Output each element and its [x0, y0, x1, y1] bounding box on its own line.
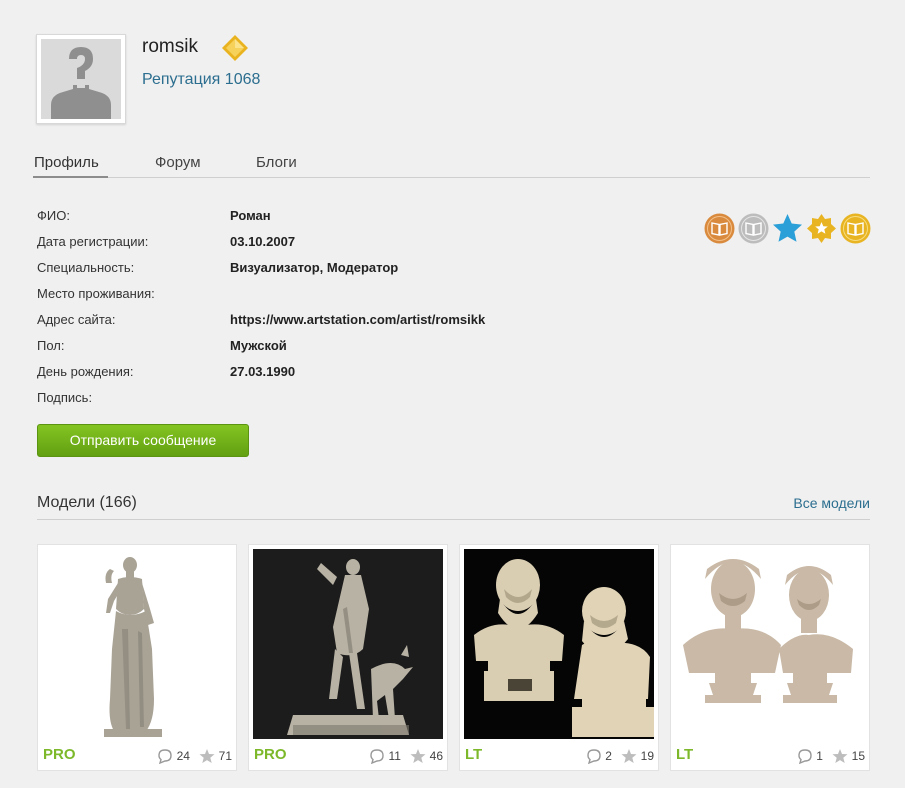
model-tier-label: LT	[676, 746, 694, 763]
model-stats: 24 71	[157, 746, 232, 765]
comment-icon	[158, 749, 172, 765]
comments-count: 2	[605, 748, 612, 763]
tab-blogs[interactable]: Блоги	[256, 154, 297, 171]
model-tier-label: PRO	[254, 746, 287, 763]
section-divider	[37, 519, 870, 520]
model-stats: 11 46	[369, 746, 443, 765]
info-value: 27.03.1990	[230, 364, 296, 379]
book-badge-icon[interactable]	[738, 213, 769, 244]
model-stats: 2 19	[586, 746, 654, 765]
stars-count: 46	[429, 748, 443, 763]
avatar[interactable]	[36, 34, 126, 124]
default-avatar-icon	[41, 39, 121, 119]
stars-count: 15	[851, 748, 865, 763]
model-card[interactable]: PRO 11 46	[248, 544, 448, 771]
info-value: Роман	[230, 208, 271, 223]
achievement-badges	[704, 213, 872, 245]
star-icon	[199, 748, 215, 763]
stars-count: 71	[218, 748, 232, 763]
model-thumbnail[interactable]	[675, 549, 865, 739]
info-label: ФИО:	[37, 208, 70, 223]
comment-icon	[370, 749, 384, 765]
star-badge-icon[interactable]	[772, 213, 803, 244]
model-thumbnail[interactable]	[464, 549, 654, 739]
info-label: Дата регистрации:	[37, 234, 149, 249]
sheriff-badge-icon[interactable]	[806, 213, 837, 244]
info-label: Место проживания:	[37, 286, 155, 301]
info-value: Визуализатор, Модератор	[230, 260, 399, 275]
star-icon	[832, 748, 848, 763]
info-label: День рождения:	[37, 364, 134, 379]
profile-tabs: Профиль Форум Блоги	[33, 152, 870, 178]
info-value: Мужской	[230, 338, 287, 353]
profile-page: romsik Репутация 1068 Профиль Форум Блог…	[0, 0, 905, 788]
model-tier-label: LT	[465, 746, 483, 763]
tab-forum[interactable]: Форум	[155, 154, 201, 171]
username: romsik	[142, 36, 198, 57]
model-card[interactable]: LT 2 19	[459, 544, 659, 771]
diamond-rank-icon	[222, 35, 248, 61]
all-models-link[interactable]: Все модели	[793, 495, 870, 511]
comments-count: 11	[388, 748, 401, 763]
stars-count: 19	[640, 748, 654, 763]
comment-icon	[587, 749, 601, 765]
comments-count: 24	[176, 748, 190, 763]
book-badge-icon[interactable]	[704, 213, 735, 244]
model-thumbnail[interactable]	[42, 549, 232, 739]
info-value: 03.10.2007	[230, 234, 296, 249]
website-link[interactable]: https://www.artstation.com/artist/romsik…	[230, 310, 485, 330]
info-label: Пол:	[37, 338, 65, 353]
book-badge-icon[interactable]	[840, 213, 871, 244]
send-message-button[interactable]: Отправить сообщение	[37, 424, 249, 457]
model-card[interactable]: PRO 24 71	[37, 544, 237, 771]
active-tab-indicator	[33, 176, 108, 178]
model-tier-label: PRO	[43, 746, 76, 763]
comments-count: 1	[816, 748, 823, 763]
model-card[interactable]: LT 1 15	[670, 544, 870, 771]
info-label: Адрес сайта:	[37, 312, 116, 327]
reputation: Репутация 1068	[142, 71, 261, 88]
info-label: Специальность:	[37, 260, 135, 275]
star-icon	[410, 748, 426, 763]
models-section-title: Модели (166)	[37, 494, 137, 511]
star-icon	[621, 748, 637, 763]
comment-icon	[798, 749, 812, 765]
model-stats: 1 15	[797, 746, 865, 765]
model-thumbnail[interactable]	[253, 549, 443, 739]
tab-profile[interactable]: Профиль	[34, 154, 99, 171]
info-label: Подпись:	[37, 390, 93, 405]
